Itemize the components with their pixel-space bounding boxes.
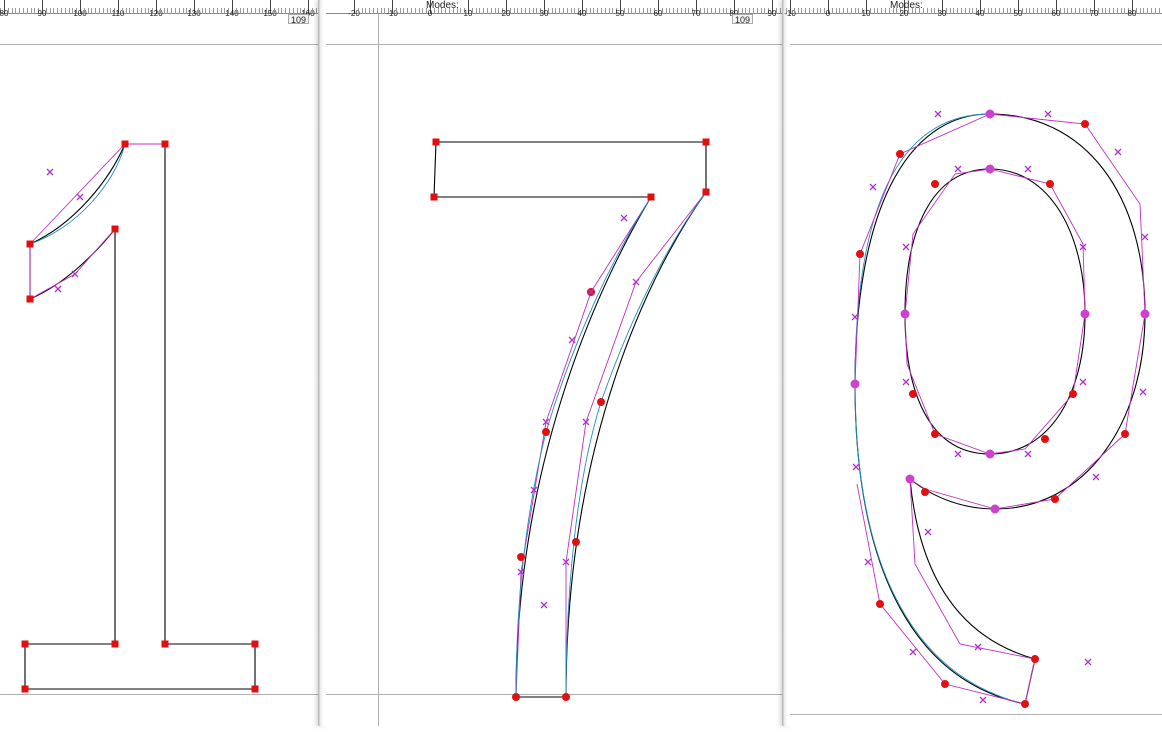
nodes-9[interactable] bbox=[851, 110, 1149, 708]
glyph-outline-9[interactable] bbox=[825, 114, 1155, 734]
nodes-1[interactable] bbox=[22, 141, 258, 692]
ruler-panel-1: 8090100110120130140150160 bbox=[0, 0, 318, 14]
modes-label-3: Modes: bbox=[890, 0, 923, 11]
glyph-outline-1[interactable] bbox=[15, 144, 275, 704]
glyph-canvas-1[interactable] bbox=[0, 14, 318, 726]
nodes-7[interactable] bbox=[431, 139, 709, 701]
glyph-canvas-3[interactable] bbox=[790, 14, 1162, 726]
glyph-panel-2: Modes: -20-100102030405060708090 109 bbox=[326, 0, 782, 726]
glyph-outline-7[interactable] bbox=[426, 142, 726, 712]
ruler-panel-3: -1001020304050607080 bbox=[790, 0, 1162, 14]
glyph-panel-1: 8090100110120130140150160 109 bbox=[0, 0, 318, 726]
width-indicator-1: 109 bbox=[288, 14, 309, 24]
panel-divider-2[interactable] bbox=[782, 0, 790, 726]
width-indicator-2: 109 bbox=[732, 14, 753, 24]
ruler-panel-2: -20-100102030405060708090 bbox=[326, 0, 782, 14]
panel-divider-1[interactable] bbox=[318, 0, 326, 726]
glyph-panel-3: Modes: -1001020304050607080 bbox=[790, 0, 1162, 726]
glyph-canvas-2[interactable] bbox=[326, 14, 782, 726]
modes-label-2: Modes: bbox=[426, 0, 459, 11]
